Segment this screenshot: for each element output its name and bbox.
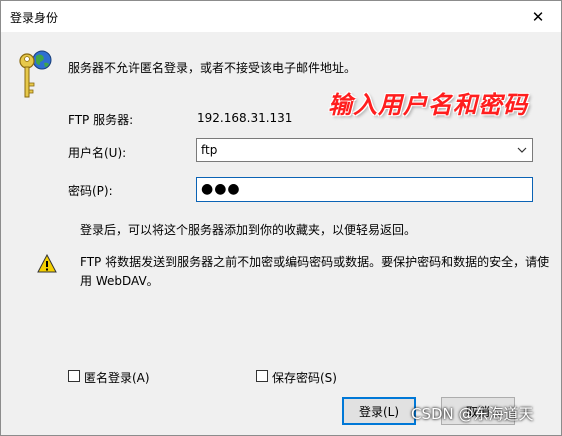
ftp-server-label: FTP 服务器:	[68, 113, 134, 127]
anonymous-login-label[interactable]: 匿名登录(A)	[84, 369, 150, 386]
username-combobox[interactable]: ftp	[196, 138, 533, 162]
security-warning: FTP 将数据发送到服务器之前不加密或编码密码或数据。要保护密码和数据的安全，请…	[80, 255, 550, 288]
close-icon: ✕	[531, 7, 545, 26]
chevron-down-icon[interactable]	[515, 143, 529, 157]
close-button[interactable]: ✕	[515, 1, 561, 32]
window-title: 登录身份	[10, 11, 59, 25]
watermark: CSDN @东海道天	[411, 405, 534, 423]
password-value: ●●●	[201, 181, 241, 197]
title-bar: 登录身份 ✕	[1, 1, 561, 32]
ftp-server-value: 192.168.31.131	[197, 111, 293, 125]
username-label: 用户名(U):	[68, 146, 127, 160]
save-password-label[interactable]: 保存密码(S)	[272, 369, 337, 386]
warning-icon	[37, 254, 57, 273]
login-button[interactable]: 登录(L)	[342, 397, 416, 425]
key-globe-icon	[19, 50, 52, 98]
favorites-note: 登录后，可以将这个服务器添加到你的收藏夹，以便轻易返回。	[80, 223, 417, 237]
anonymous-login-checkbox[interactable]	[68, 370, 80, 382]
password-label: 密码(P):	[68, 184, 113, 198]
username-value: ftp	[201, 143, 218, 157]
header-message: 服务器不允许匿名登录，或者不接受该电子邮件地址。	[68, 61, 357, 75]
password-input[interactable]: ●●●	[196, 177, 533, 202]
save-password-checkbox[interactable]	[256, 370, 268, 382]
annotation-overlay: 输入用户名和密码	[328, 91, 528, 119]
login-dialog: 登录身份 ✕ 服务器不允许匿名登录，或者不接受该电子邮件地址。 输入用户名和密码…	[0, 0, 562, 436]
